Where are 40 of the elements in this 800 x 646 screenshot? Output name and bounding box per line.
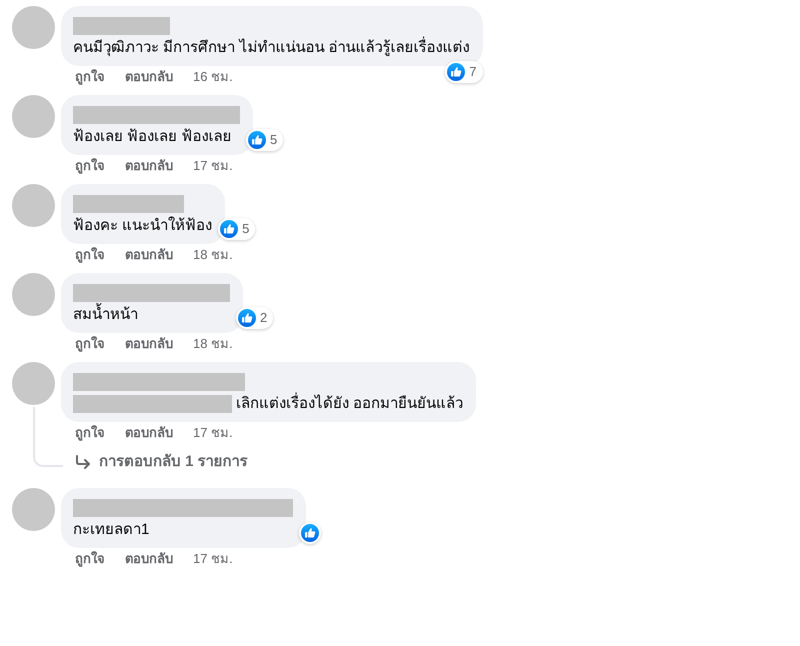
reply-link[interactable]: ตอบกลับ (125, 246, 173, 264)
avatar-placeholder[interactable] (12, 362, 55, 405)
reaction-badge[interactable]: 7 (445, 61, 483, 83)
avatar-placeholder[interactable] (12, 184, 55, 227)
reaction-badge[interactable]: 2 (236, 307, 274, 329)
comment-text: ฟ้องคะ แนะนำให้ฟ้อง (73, 216, 212, 236)
comment-text: สมน้ำหน้า (73, 305, 138, 325)
like-link[interactable]: ถูกใจ (75, 246, 105, 264)
avatar-placeholder[interactable] (12, 273, 55, 316)
comment-text: คนมีวุฒิภาวะ มีการศึกษา ไม่ทำแน่นอน อ่านแล้วรู้เลยเรื่องแต่ง (73, 38, 470, 58)
like-link[interactable]: ถูกใจ (75, 335, 105, 353)
reaction-count: 7 (469, 63, 477, 81)
reaction-count: 5 (242, 220, 250, 238)
reaction-badge[interactable]: 5 (218, 218, 256, 240)
comment-time[interactable]: 16 ชม. (193, 68, 233, 86)
comment-time[interactable]: 17 ชม. (193, 157, 233, 175)
reaction-count: 2 (260, 309, 268, 327)
avatar-placeholder[interactable] (12, 488, 55, 531)
like-link[interactable]: ถูกใจ (75, 550, 105, 568)
reply-link[interactable]: ตอบกลับ (125, 335, 173, 353)
avatar-placeholder[interactable] (12, 6, 55, 49)
reaction-count: 5 (270, 131, 278, 149)
reaction-badge[interactable]: 5 (246, 129, 284, 151)
comment-text: ฟ้องเลย ฟ้องเลย ฟ้องเลย (73, 127, 232, 147)
avatar-placeholder[interactable] (12, 95, 55, 138)
comment-time[interactable]: 18 ชม. (193, 246, 233, 264)
reply-arrow-icon (75, 455, 91, 469)
like-link[interactable]: ถูกใจ (75, 157, 105, 175)
comment-text: กะเทยลดา1 (73, 520, 150, 540)
comment-time[interactable]: 17 ชม. (193, 424, 233, 442)
reply-link[interactable]: ตอบกลับ (125, 68, 173, 86)
like-link[interactable]: ถูกใจ (75, 424, 105, 442)
view-replies-link[interactable]: การตอบกลับ 1 รายการ (75, 451, 248, 473)
reply-link[interactable]: ตอบกลับ (125, 157, 173, 175)
reply-link[interactable]: ตอบกลับ (125, 550, 173, 568)
comment-time[interactable]: 17 ชม. (193, 550, 233, 568)
comment-text: เลิกแต่งเรื่องได้ยัง ออกมายืนยันแล้ว (236, 394, 464, 414)
comment-time[interactable]: 18 ชม. (193, 335, 233, 353)
like-link[interactable]: ถูกใจ (75, 68, 105, 86)
reply-link[interactable]: ตอบกลับ (125, 424, 173, 442)
